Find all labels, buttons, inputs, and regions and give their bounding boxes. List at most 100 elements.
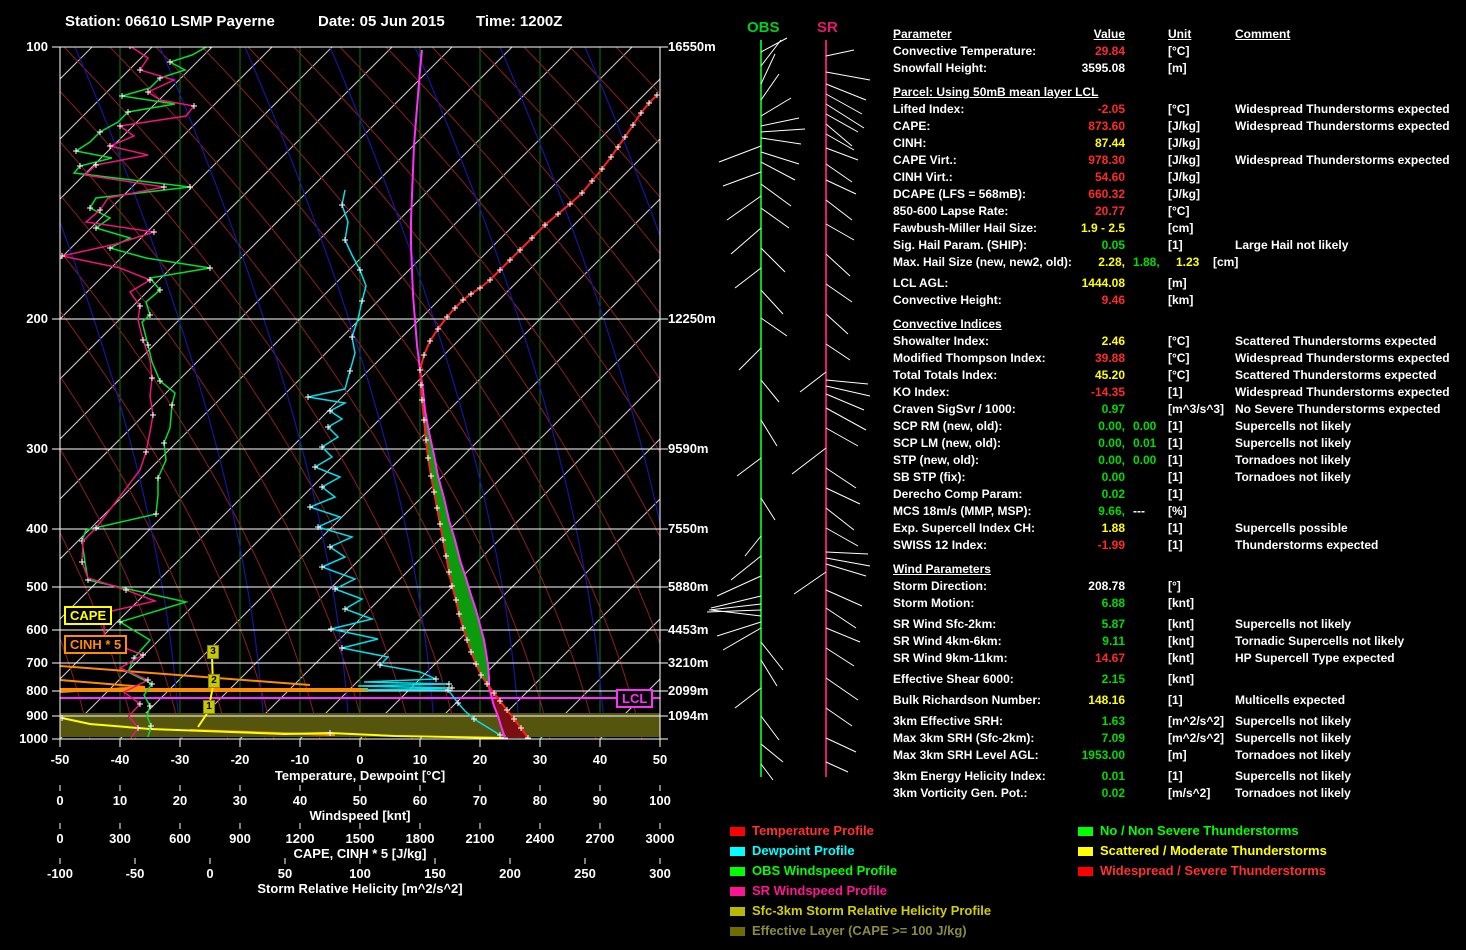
param-unit: [°C]: [1168, 102, 1190, 116]
wind-barb: [760, 53, 776, 85]
pressure-label: 700: [26, 655, 48, 670]
axis-title: CAPE, CINH * 5 [J/kg]: [293, 846, 427, 861]
param-unit: [knt]: [1168, 672, 1194, 686]
altitude-label: 7550m: [668, 521, 709, 536]
table-row: Storm Motion: 6.88 [knt]: [893, 596, 1459, 613]
axis-tick-label: 250: [574, 866, 596, 881]
altitude-label: 1094m: [668, 708, 709, 723]
param-unit: [m]: [1168, 276, 1187, 290]
param-unit: [1]: [1168, 769, 1183, 783]
wind-barb: [760, 128, 806, 133]
dry-adiabat-line: [60, 194, 367, 739]
param-value: 148.16: [1088, 693, 1125, 707]
axis-tick-label: 1200: [285, 831, 315, 846]
axis-tick-label: 1800: [405, 831, 435, 846]
param-value: 1.9 - 2.5: [1080, 221, 1125, 235]
param-comment: Supercells not likely: [1235, 436, 1352, 450]
param-value: 2.15: [1101, 672, 1125, 686]
wind-barb: [722, 171, 762, 187]
header-unit: Unit: [1168, 27, 1192, 41]
isotherm-line: [60, 138, 660, 739]
param-unit: [m^2/s^2]: [1168, 714, 1225, 728]
wind-barb: [825, 343, 851, 361]
param-comment: Tornadoes not likely: [1235, 748, 1351, 762]
table-row: SR Wind 9km-11km: 14.67 [knt] HP Supercell …: [893, 651, 1459, 668]
param-value: 0.02: [1101, 786, 1125, 800]
wind-barb: [825, 647, 855, 667]
table-row: Exp. Supercell Index CH: 1.88 [1] Supercell…: [893, 521, 1459, 538]
axis-tick-label: 20: [472, 752, 488, 767]
isotherm-line: [179, 258, 660, 739]
param-comment: Supercells not likely: [1235, 731, 1352, 745]
param-comment: Multicells expected: [1235, 693, 1346, 707]
axis-tick-label: -50: [125, 866, 145, 881]
wind-barb: [716, 621, 762, 637]
param-unit: [1]: [1168, 453, 1183, 467]
table-section-heading: Wind Parameters: [893, 562, 991, 576]
param-comment: No Severe Thunderstorms expected: [1235, 402, 1441, 416]
param-unit: [m^2/s^2]: [1168, 731, 1225, 745]
table-row: DCAPE (LFS = 568mB): 660.32 [J/kg]: [893, 187, 1459, 204]
table-row: SCP RM (new, old): 0.00, 0.00 [1] Supercells…: [893, 419, 1459, 436]
wind-barb: [825, 71, 871, 81]
param-value-2: 0.00: [1133, 453, 1157, 467]
legend-label: SR Windspeed Profile: [752, 883, 887, 898]
wind-barb: [716, 575, 762, 597]
wind-barb: [722, 627, 762, 651]
wind-barb: [760, 497, 776, 521]
table-row: SR Wind Sfc-2km: 5.87 [knt] Supercells not …: [893, 617, 1459, 634]
param-comment: Tornadoes not likely: [1235, 470, 1351, 484]
wind-barb: [726, 195, 762, 221]
wind-barb: [825, 313, 849, 335]
wind-barb: [825, 253, 851, 277]
wind-barb: [730, 555, 762, 581]
table-row: Effective Shear 6000: 2.15 [knt]: [893, 672, 1459, 689]
param-unit: [1]: [1168, 385, 1183, 399]
wind-barb: [760, 247, 786, 273]
param-unit: [J/kg]: [1168, 153, 1201, 167]
param-comment: Tornadic Supercells not likely: [1235, 634, 1405, 648]
param-value: 54.60: [1094, 170, 1125, 184]
wind-barb: [825, 761, 849, 773]
axis-tick-label: 50: [352, 793, 368, 808]
param-comment: Supercells not likely: [1235, 714, 1352, 728]
param-value: 2.28,: [1098, 255, 1125, 269]
wind-barb: [791, 447, 827, 475]
axis-tick-label: -40: [110, 752, 130, 767]
table-row: Bulk Richardson Number: 148.16 [1] Multicel…: [893, 693, 1459, 710]
table-row: Convective Height: 9.46 [km]: [893, 293, 1459, 310]
table-row: LCL AGL: 1444.08 [m]: [893, 276, 1459, 293]
wind-barb: [825, 407, 867, 431]
param-value: 5.87: [1101, 617, 1125, 631]
obs-wind-column-label: OBS: [747, 19, 780, 36]
wind-barb: [825, 123, 853, 147]
axis-tick-label: 600: [169, 831, 191, 846]
param-unit: [1]: [1168, 436, 1183, 450]
table-section-heading: Convective Indices: [893, 317, 1002, 331]
param-value: 0.00,: [1098, 436, 1125, 450]
param-comment: Widespread Thunderstorms expected: [1235, 351, 1450, 365]
param-comment: Large Hail not likely: [1235, 238, 1349, 252]
axis-tick-label: 0: [206, 866, 214, 881]
table-row: CAPE Virt.: 978.30 [J/kg] Widespread Thunde…: [893, 153, 1459, 170]
lcl-label: LCL: [616, 689, 654, 708]
pressure-label: 500: [26, 579, 48, 594]
param-comment: Widespread Thunderstorms expected: [1235, 102, 1450, 116]
param-unit: [cm]: [1168, 221, 1194, 235]
param-comment: Tornadoes not likely: [1235, 786, 1351, 800]
altitude-label: 2099m: [668, 683, 709, 698]
axis-tick-label: 2400: [525, 831, 555, 846]
param-value: 1953.00: [1081, 748, 1125, 762]
table-row: Showalter Index: 2.46 [°C] Scattered Thunde…: [893, 334, 1459, 351]
pressure-label: 800: [26, 683, 48, 698]
param-value: 6.88: [1101, 596, 1125, 610]
legend-swatch: [730, 867, 745, 876]
legend-label: OBS Windspeed Profile: [752, 863, 898, 878]
table-row: Max 3km SRH Level AGL: 1953.00 [m] Tornadoe…: [893, 748, 1459, 765]
legend-swatch: [1078, 827, 1093, 836]
srh-km-marker: 3: [207, 645, 219, 659]
altitude-label: 3210m: [668, 655, 709, 670]
wind-barb: [825, 223, 855, 241]
table-row: Max. Hail Size (new, new2, old): 2.28, 1.8…: [893, 255, 1459, 272]
legend-label: Sfc-3km Storm Relative Helicity Profile: [752, 903, 992, 918]
